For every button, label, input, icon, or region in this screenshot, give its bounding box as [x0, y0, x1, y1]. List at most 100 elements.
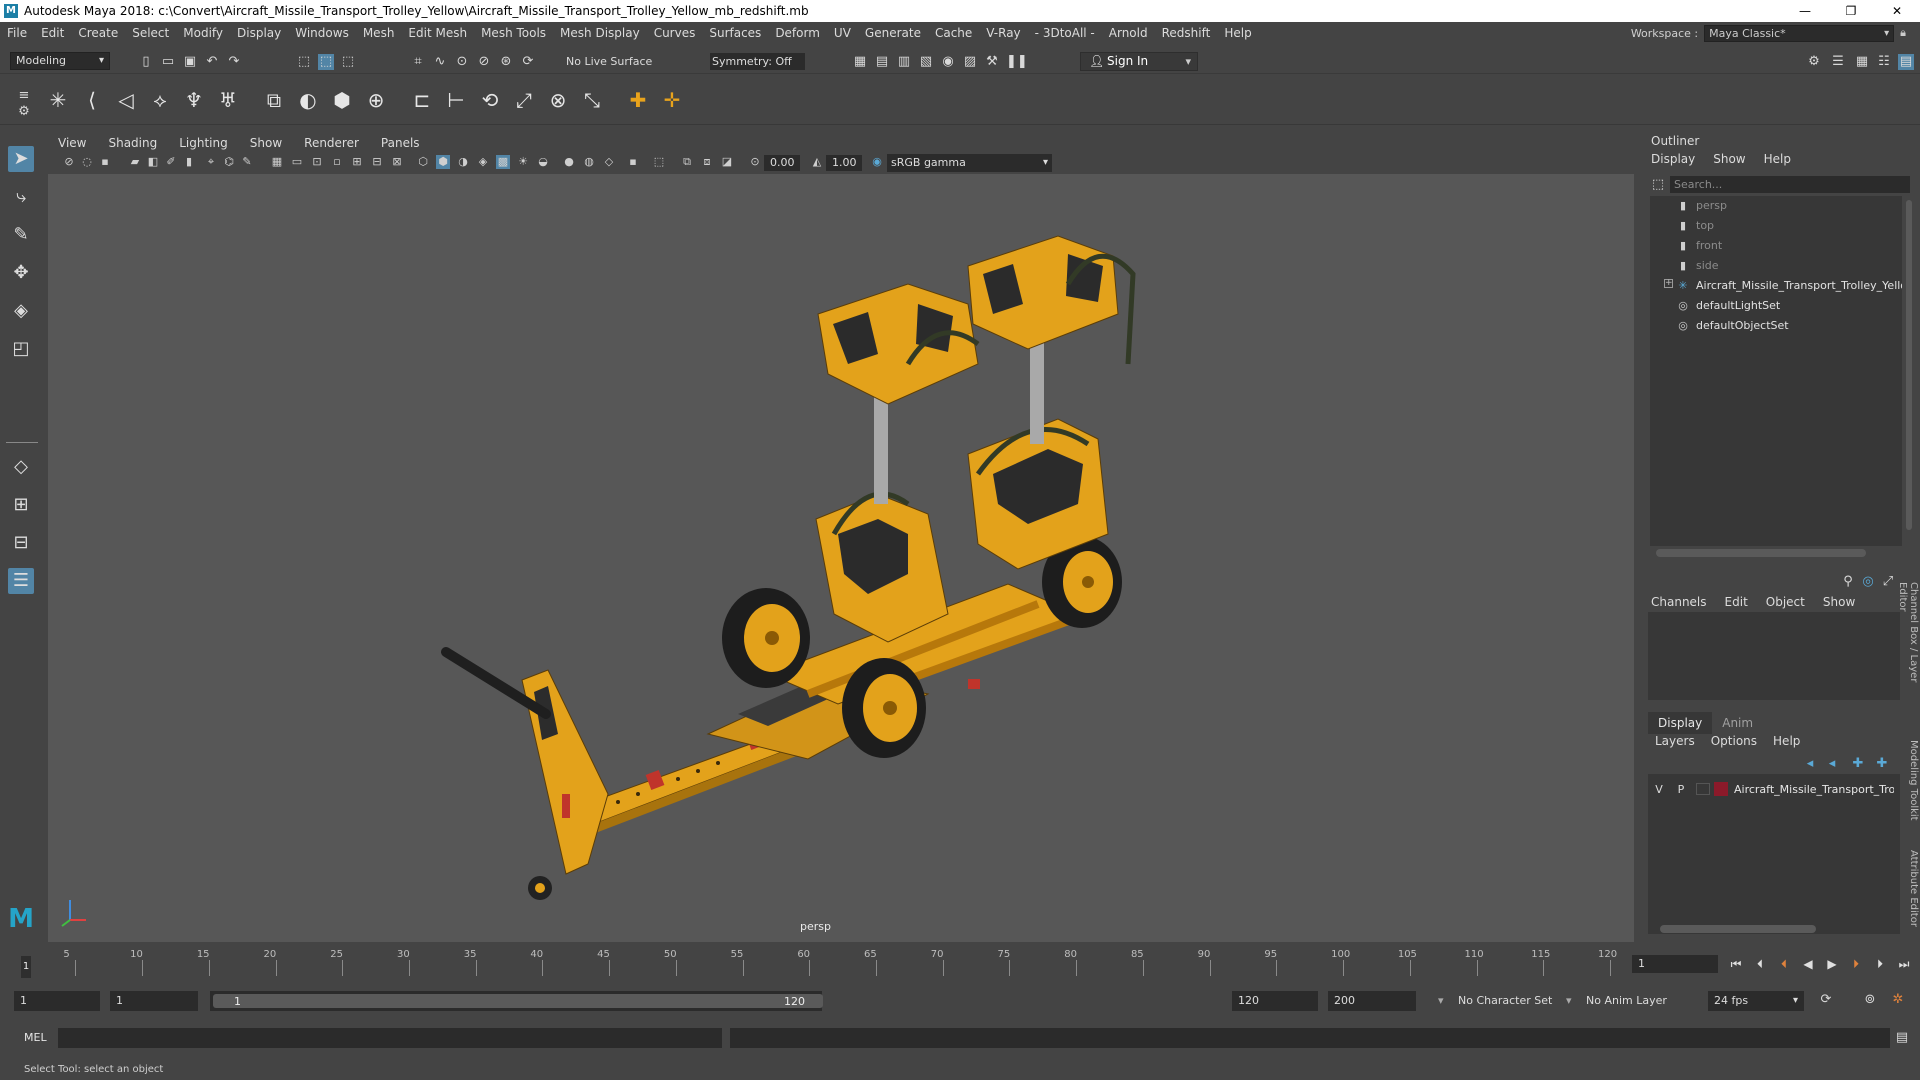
menu-uv[interactable]: UV: [827, 22, 858, 44]
skin-bind-icon[interactable]: ⟡: [148, 88, 172, 112]
menu-arnold[interactable]: Arnold: [1102, 22, 1155, 44]
new-layer-icon[interactable]: ✚: [1850, 756, 1866, 772]
shelf-menu-icon[interactable]: ≡: [16, 88, 32, 104]
grease-pencil-icon[interactable]: ✐: [164, 155, 178, 169]
snap-view-plane-icon[interactable]: ⊘: [476, 54, 492, 70]
camera-select-icon[interactable]: ⊘: [62, 155, 76, 169]
layer-horizontal-scrollbar[interactable]: [1660, 925, 1816, 933]
render-settings-icon[interactable]: ▦: [852, 54, 868, 70]
redo-icon[interactable]: ↷: [226, 54, 242, 70]
viewport-menu-view[interactable]: View: [48, 136, 98, 150]
menu-mesh-tools[interactable]: Mesh Tools: [474, 22, 553, 44]
xray-active-icon[interactable]: ⊠: [390, 155, 404, 169]
menu-vray[interactable]: V-Ray: [979, 22, 1027, 44]
viewport-menu-shading[interactable]: Shading: [98, 136, 169, 150]
menu-edit-mesh[interactable]: Edit Mesh: [401, 22, 474, 44]
outliner-menu-help[interactable]: Help: [1764, 152, 1791, 166]
layer-playback-toggle[interactable]: P: [1670, 783, 1692, 796]
close-button[interactable]: ✕: [1874, 0, 1920, 22]
gate-mask-icon[interactable]: ✎: [240, 155, 254, 169]
sign-in-button[interactable]: 👤︎ Sign In: [1080, 52, 1198, 71]
wireframe-on-shaded-icon[interactable]: ◈: [476, 155, 490, 169]
joint-tool-icon[interactable]: ✳: [46, 88, 70, 112]
snap-grid-icon[interactable]: ⌗: [410, 54, 426, 70]
maximize-button[interactable]: ❐: [1828, 0, 1874, 22]
ipr-render-icon[interactable]: ▧: [918, 54, 934, 70]
menu-file[interactable]: File: [0, 22, 34, 44]
constraint-pole-icon[interactable]: ⤡: [580, 88, 604, 112]
safe-title-icon[interactable]: ⊡: [310, 155, 324, 169]
outliner-item-trolley-group[interactable]: ✳ Aircraft_Missile_Transport_Trolley_Yell…: [1676, 277, 1902, 295]
outliner-vertical-scrollbar[interactable]: [1906, 200, 1912, 530]
constraint-scale-icon[interactable]: ⤢: [512, 88, 536, 112]
menu-display[interactable]: Display: [230, 22, 288, 44]
color-management-view-icon[interactable]: ⧈: [700, 155, 714, 169]
channel-box-key-icon[interactable]: ◎: [1860, 574, 1876, 590]
snap-edge-icon[interactable]: ⟳: [520, 54, 536, 70]
undo-icon[interactable]: ↶: [204, 54, 220, 70]
modeling-toolkit-toggle-icon[interactable]: ⚙: [1806, 54, 1822, 70]
menu-curves[interactable]: Curves: [647, 22, 703, 44]
constraint-orient-icon[interactable]: ⟲: [478, 88, 502, 112]
layer-name[interactable]: Aircraft_Missile_Transport_Troll: [1734, 783, 1894, 796]
tab-anim-layers[interactable]: Anim: [1712, 712, 1763, 734]
hypershade-icon[interactable]: ◉: [940, 54, 956, 70]
menu-windows[interactable]: Windows: [288, 22, 356, 44]
outliner-item-top[interactable]: ▮ top: [1676, 217, 1714, 235]
move-layer-up-icon[interactable]: ◂: [1802, 756, 1818, 772]
anti-aliasing-icon[interactable]: ◇: [602, 155, 616, 169]
menu-redshift[interactable]: Redshift: [1155, 22, 1218, 44]
channel-box-area[interactable]: [1648, 612, 1900, 700]
wireframe-icon[interactable]: ⬡: [416, 155, 430, 169]
channel-box-tool-icon[interactable]: ⚲: [1840, 574, 1856, 590]
outliner-toggle-icon[interactable]: ▤: [1898, 54, 1914, 70]
side-tab-modeling-toolkit[interactable]: Modeling Toolkit: [1903, 740, 1919, 830]
menu-mesh-display[interactable]: Mesh Display: [553, 22, 647, 44]
menu-cache[interactable]: Cache: [928, 22, 979, 44]
play-backward-icon[interactable]: ◀: [1798, 955, 1818, 973]
motion-blur-icon[interactable]: ◍: [582, 155, 596, 169]
channel-menu-edit[interactable]: Edit: [1725, 595, 1748, 609]
anim-layer-select[interactable]: No Anim Layer: [1586, 994, 1667, 1007]
display-layer-row[interactable]: V P Aircraft_Missile_Transport_Troll: [1648, 780, 1900, 798]
range-slider-handle[interactable]: [213, 994, 823, 1008]
attribute-editor-toggle-icon[interactable]: ☰: [1830, 54, 1846, 70]
redshift-render-view-icon[interactable]: ▨: [962, 54, 978, 70]
four-view-layout-icon[interactable]: ⊞: [8, 492, 34, 518]
character-set-select[interactable]: No Character Set: [1458, 994, 1552, 1007]
live-surface-field[interactable]: No Live Surface: [566, 53, 662, 70]
safe-action-icon[interactable]: ▭: [290, 155, 304, 169]
outliner-item-default-object-set[interactable]: ◎ defaultObjectSet: [1676, 317, 1788, 335]
channel-menu-object[interactable]: Object: [1766, 595, 1805, 609]
side-tab-channel-box[interactable]: Channel Box / Layer Editor: [1897, 582, 1919, 712]
two-d-pan-zoom-icon[interactable]: ◧: [146, 155, 160, 169]
go-to-start-icon[interactable]: ⏮: [1726, 955, 1746, 973]
layer-display-type-toggle[interactable]: [1696, 783, 1710, 795]
channel-menu-show[interactable]: Show: [1823, 595, 1855, 609]
workspace-select[interactable]: Maya Classic*: [1704, 24, 1895, 42]
select-object-icon[interactable]: ⬚: [318, 54, 334, 70]
shelf-settings-icon[interactable]: ⚙: [16, 104, 32, 120]
select-tool-icon[interactable]: ➤: [8, 146, 34, 172]
outliner-item-persp[interactable]: ▮ persp: [1676, 197, 1727, 215]
minimize-button[interactable]: —: [1782, 0, 1828, 22]
pause-ipr-icon[interactable]: ❚❚: [1006, 54, 1028, 70]
two-view-layout-icon[interactable]: ⊟: [8, 530, 34, 556]
resolution-gate-icon[interactable]: ⌬: [222, 155, 236, 169]
ik-handle-icon[interactable]: ⟨: [80, 88, 104, 112]
animation-preferences-icon[interactable]: ✲: [1890, 992, 1906, 1008]
tool-settings-toggle-icon[interactable]: ▦: [1854, 54, 1870, 70]
locator-icon[interactable]: ✚: [626, 88, 650, 112]
channel-box-edit-icon[interactable]: ⤢: [1880, 574, 1896, 590]
menu-edit[interactable]: Edit: [34, 22, 71, 44]
isolate-icon[interactable]: ⬚: [652, 155, 666, 169]
outliner-horizontal-scrollbar[interactable]: [1656, 549, 1866, 557]
color-management-icon[interactable]: ◉: [870, 155, 884, 169]
depth-of-field-icon[interactable]: ▪: [626, 155, 640, 169]
paint-select-tool-icon[interactable]: ✎: [8, 222, 34, 248]
paint-weights-icon[interactable]: ⧉: [262, 88, 286, 112]
menu-generate[interactable]: Generate: [858, 22, 928, 44]
loop-icon[interactable]: ⟳: [1818, 992, 1834, 1008]
skeleton-icon[interactable]: ♅: [216, 88, 240, 112]
menu-select[interactable]: Select: [125, 22, 176, 44]
